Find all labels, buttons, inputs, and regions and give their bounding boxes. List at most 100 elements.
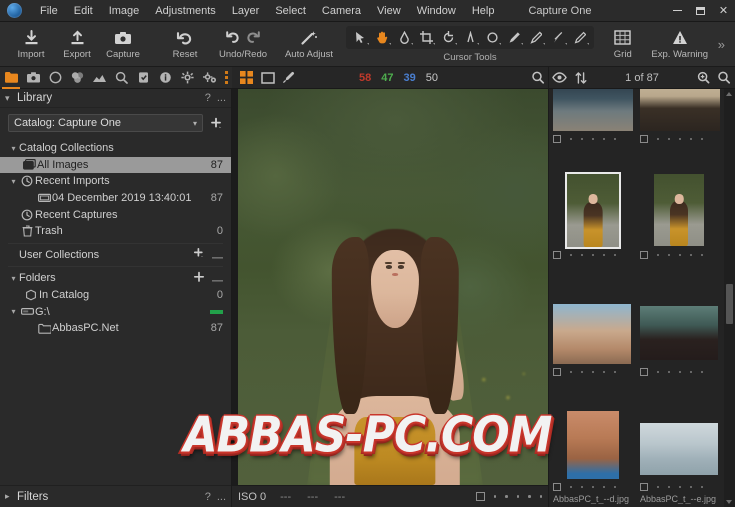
exposure-warning-button[interactable]: Exp. Warning [646,22,714,67]
rating-star-2[interactable] [668,254,671,257]
proof-preview-button[interactable] [549,67,570,89]
thumbnail-8[interactable] [640,423,718,475]
rating-star-5[interactable] [701,138,704,141]
menu-layer[interactable]: Layer [224,2,268,20]
color-tag-box-icon[interactable] [553,135,561,143]
linear-gradient-mask-tool[interactable] [569,28,591,47]
library-panel-help-button[interactable]: ? [205,92,211,104]
rating-star-1[interactable] [570,486,573,489]
draw-mask-brush-tool[interactable] [503,28,525,47]
rating-star-1[interactable] [494,495,497,498]
rating-star-2[interactable] [668,371,671,374]
rating-star-5[interactable] [540,495,543,498]
thumbnail-5[interactable] [553,304,631,364]
user-collections-group[interactable]: User Collections [0,247,231,264]
color-picker-button[interactable] [278,67,299,89]
reset-button[interactable]: Reset [162,22,208,67]
rating-star-4[interactable] [690,138,693,141]
menu-adjustments[interactable]: Adjustments [147,2,224,20]
library-tab[interactable] [0,67,22,89]
rating-star-2[interactable] [581,138,584,141]
folders-group[interactable]: ▾ Folders [0,270,231,287]
filters-panel-menu-button[interactable]: ... [217,491,226,503]
rating-star-1[interactable] [570,371,573,374]
adjustments-tab[interactable] [132,67,154,89]
color-tag-box-icon[interactable] [640,483,648,491]
thumbnail-4-rating[interactable] [640,251,703,259]
white-balance-picker-tool[interactable] [393,28,415,47]
spot-removal-tool[interactable] [481,28,503,47]
library-panel-chevron-down-icon[interactable]: ▾ [5,93,17,104]
rating-star-2[interactable] [668,486,671,489]
thumbnail-5-rating[interactable] [553,368,616,376]
remove-user-collection-button[interactable] [212,248,223,262]
toolbar-overflow-chevron-double-right-icon[interactable]: » [714,37,731,52]
image-browser[interactable]: AbbasPC_t_--d.jpg AbbasPC_t_--e.jpg [548,89,735,507]
rating-star-1[interactable] [657,371,660,374]
pan-select-pointer-tool[interactable] [349,28,371,47]
rating-star-5[interactable] [701,486,704,489]
sidebar-item-in-catalog[interactable]: In Catalog 0 [0,287,231,304]
rating-star-5[interactable] [614,371,617,374]
undo-redo-button[interactable]: Undo/Redo [208,22,278,67]
twisty-chevron-down-icon[interactable]: ▾ [8,177,19,186]
rating-star-2[interactable] [505,495,508,498]
menu-select[interactable]: Select [267,2,314,20]
export-button[interactable]: Export [54,22,100,67]
rating-star-2[interactable] [581,486,584,489]
status-rating-group[interactable] [476,492,543,501]
metadata-tab[interactable] [154,67,176,89]
thumbnail-8-rating[interactable] [640,483,703,491]
color-tag-box-icon[interactable] [640,368,648,376]
rating-star-3[interactable] [592,371,595,374]
thumbnail-2[interactable] [640,89,720,131]
rating-star-5[interactable] [614,138,617,141]
capture-button[interactable]: Capture [100,22,146,67]
menu-image[interactable]: Image [101,2,148,20]
viewer-search-button[interactable] [527,67,548,89]
menu-view[interactable]: View [369,2,409,20]
rating-star-1[interactable] [657,138,660,141]
color-tag-box-icon[interactable] [476,492,485,501]
thumbnail-6[interactable] [640,306,718,360]
color-tag-box-icon[interactable] [640,135,648,143]
thumbnail-6-rating[interactable] [640,368,703,376]
rating-star-3[interactable] [679,254,682,257]
filters-panel-chevron-right-icon[interactable]: ▸ [5,491,17,502]
rating-star-4[interactable] [603,138,606,141]
thumbnail-zoom-button[interactable] [693,67,714,89]
triangle-up-icon[interactable] [726,92,732,96]
erase-mask-brush-tool[interactable] [525,28,547,47]
sort-order-button[interactable] [570,67,591,89]
rating-star-3[interactable] [679,371,682,374]
menu-help[interactable]: Help [464,2,503,20]
rating-star-1[interactable] [570,254,573,257]
library-panel-menu-button[interactable]: ... [217,92,226,104]
color-tag-box-icon[interactable] [553,251,561,259]
rating-star-3[interactable] [592,254,595,257]
color-tag-box-icon[interactable] [553,368,561,376]
add-collection-button[interactable] [208,117,224,130]
rating-star-3[interactable] [679,486,682,489]
rating-star-3[interactable] [592,486,595,489]
keystone-tool[interactable] [459,28,481,47]
thumbnail-4[interactable] [654,174,704,246]
browser-scrollbar-thumb[interactable] [726,284,733,324]
rating-star-4[interactable] [690,371,693,374]
batch-tab[interactable] [198,67,220,89]
rating-star-4[interactable] [603,254,606,257]
rating-star-2[interactable] [581,254,584,257]
sidebar-item-drive-g[interactable]: ▾ G:\ [0,303,231,320]
sidebar-item-import-session[interactable]: 04 December 2019 13:40:01 87 [0,190,231,207]
color-tag-box-icon[interactable] [553,483,561,491]
triangle-down-icon[interactable] [726,500,732,504]
grid-button[interactable]: Grid [600,22,646,67]
rating-star-2[interactable] [581,371,584,374]
rating-star-2[interactable] [668,138,671,141]
rating-star-1[interactable] [570,138,573,141]
add-user-collection-button[interactable] [193,247,205,262]
thumbnail-3-rating[interactable] [553,251,616,259]
rating-star-4[interactable] [528,495,531,498]
catalog-collections-group[interactable]: ▾ Catalog Collections [0,140,231,157]
rating-star-4[interactable] [603,486,606,489]
